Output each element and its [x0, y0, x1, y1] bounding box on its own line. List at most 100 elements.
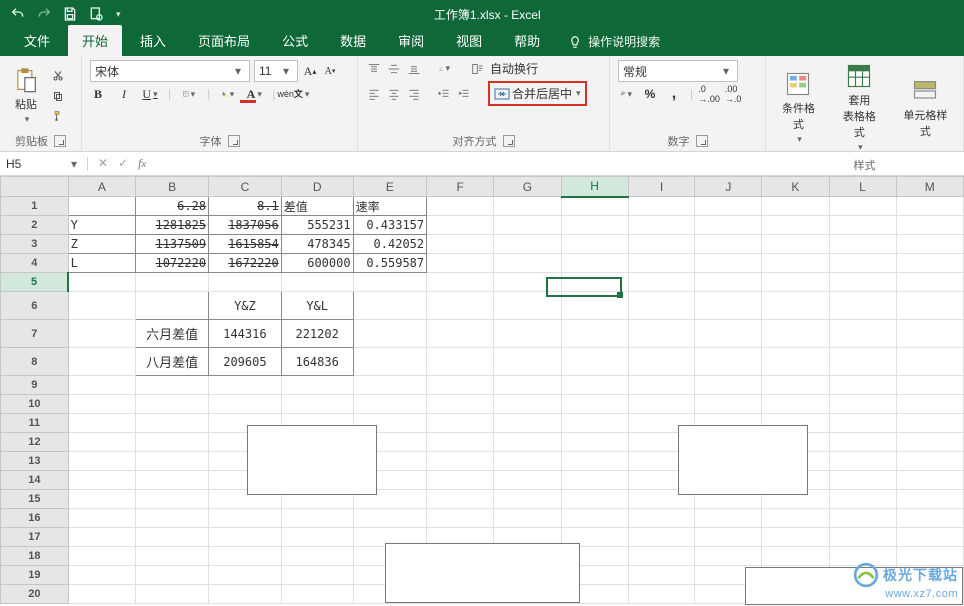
merge-center-button[interactable]: 合并后居中 ▾	[488, 81, 587, 106]
shape-rect-1[interactable]	[247, 425, 377, 495]
comma-icon[interactable]: ,	[666, 86, 682, 102]
col-M[interactable]: M	[896, 177, 963, 197]
tell-me-search[interactable]: 操作说明搜索	[558, 27, 670, 56]
col-A[interactable]: A	[68, 177, 136, 197]
decrease-indent-icon[interactable]	[436, 86, 452, 102]
percent-icon[interactable]: %	[642, 86, 658, 102]
tab-review[interactable]: 审阅	[384, 25, 438, 56]
font-dialog-launcher[interactable]	[228, 135, 240, 147]
col-D[interactable]: D	[281, 177, 353, 197]
print-preview-icon[interactable]	[88, 6, 104, 22]
redo-icon[interactable]	[36, 6, 52, 22]
decrease-font-icon[interactable]: A▾	[322, 63, 338, 79]
fill-color-icon[interactable]: ▾	[220, 86, 236, 102]
row-5[interactable]: 5	[1, 273, 69, 292]
row-6[interactable]: 6	[1, 292, 69, 320]
row-20[interactable]: 20	[1, 585, 69, 604]
copy-icon[interactable]	[50, 88, 66, 104]
phonetic-icon[interactable]: wén文▾	[285, 86, 301, 102]
align-dialog-launcher[interactable]	[503, 135, 515, 147]
conditional-format-button[interactable]: 条件格式▾	[774, 68, 823, 147]
row-14[interactable]: 14	[1, 471, 69, 490]
format-painter-icon[interactable]	[50, 108, 66, 124]
col-J[interactable]: J	[695, 177, 762, 197]
row-2[interactable]: 2	[1, 216, 69, 235]
paste-button[interactable]: 粘贴 ▾	[8, 64, 44, 127]
row-18[interactable]: 18	[1, 547, 69, 566]
font-size-combo[interactable]: 11▾	[254, 60, 298, 82]
row-13[interactable]: 13	[1, 452, 69, 471]
font-color-icon[interactable]: A▾	[246, 86, 262, 102]
row-1[interactable]: 1	[1, 197, 69, 216]
tab-insert[interactable]: 插入	[126, 25, 180, 56]
cell-styles-button[interactable]: 单元格样式	[896, 75, 955, 141]
format-as-table-button[interactable]: 套用 表格格式▾	[835, 60, 884, 155]
tab-layout[interactable]: 页面布局	[184, 25, 264, 56]
row-11[interactable]: 11	[1, 414, 69, 433]
col-E[interactable]: E	[353, 177, 427, 197]
orientation-icon[interactable]: ▾	[436, 61, 452, 77]
col-C[interactable]: C	[209, 177, 282, 197]
col-K[interactable]: K	[762, 177, 829, 197]
shape-rect-3[interactable]	[385, 543, 580, 603]
increase-decimal-icon[interactable]: .0→.00	[701, 86, 717, 102]
tab-file[interactable]: 文件	[10, 25, 64, 56]
accounting-format-icon[interactable]: ▾	[618, 86, 634, 102]
row-4[interactable]: 4	[1, 254, 69, 273]
italic-icon[interactable]: I	[116, 86, 132, 102]
row-19[interactable]: 19	[1, 566, 69, 585]
row-17[interactable]: 17	[1, 528, 69, 547]
number-format-combo[interactable]: 常规▾	[618, 60, 738, 82]
row-12[interactable]: 12	[1, 433, 69, 452]
worksheet-grid[interactable]: A B C D E F G H I J K L M 1 6.288.1差值速率 …	[0, 176, 964, 604]
enter-formula-icon[interactable]: ✓	[118, 156, 128, 171]
increase-indent-icon[interactable]	[456, 86, 472, 102]
bold-icon[interactable]: B	[90, 86, 106, 102]
align-center-icon[interactable]	[386, 86, 402, 102]
underline-icon[interactable]: U▾	[142, 86, 158, 102]
row-16[interactable]: 16	[1, 509, 69, 528]
align-middle-icon[interactable]	[386, 61, 402, 77]
select-all-corner[interactable]	[1, 177, 69, 197]
col-F[interactable]: F	[427, 177, 494, 197]
column-headers[interactable]: A B C D E F G H I J K L M	[1, 177, 964, 197]
align-bottom-icon[interactable]	[406, 61, 422, 77]
wrap-text-icon[interactable]	[470, 61, 486, 77]
row-3[interactable]: 3	[1, 235, 69, 254]
align-right-icon[interactable]	[406, 86, 422, 102]
wrap-text-label[interactable]: 自动换行	[490, 60, 538, 77]
col-I[interactable]: I	[628, 177, 695, 197]
increase-font-icon[interactable]: A▴	[302, 63, 318, 79]
qat-dropdown-icon[interactable]: ▾	[116, 9, 121, 20]
tab-formulas[interactable]: 公式	[268, 25, 322, 56]
tab-home[interactable]: 开始	[68, 25, 122, 56]
row-7[interactable]: 7	[1, 320, 69, 348]
undo-icon[interactable]	[10, 6, 26, 22]
tell-me-label: 操作说明搜索	[588, 33, 660, 50]
col-G[interactable]: G	[494, 177, 561, 197]
cancel-formula-icon[interactable]: ✕	[98, 156, 108, 171]
tab-view[interactable]: 视图	[442, 25, 496, 56]
align-group-label: 对齐方式	[453, 133, 497, 149]
col-B[interactable]: B	[136, 177, 209, 197]
save-icon[interactable]	[62, 6, 78, 22]
borders-icon[interactable]: ▾	[181, 86, 197, 102]
cut-icon[interactable]	[50, 68, 66, 84]
row-15[interactable]: 15	[1, 490, 69, 509]
align-top-icon[interactable]	[366, 61, 382, 77]
col-H[interactable]: H	[561, 177, 628, 197]
tab-data[interactable]: 数据	[326, 25, 380, 56]
tab-help[interactable]: 帮助	[500, 25, 554, 56]
number-dialog-launcher[interactable]	[696, 135, 708, 147]
name-box[interactable]: H5▾	[0, 157, 88, 171]
clipboard-dialog-launcher[interactable]	[54, 135, 66, 147]
shape-rect-2[interactable]	[678, 425, 808, 495]
col-L[interactable]: L	[829, 177, 896, 197]
fx-icon[interactable]: fx	[138, 156, 146, 171]
row-8[interactable]: 8	[1, 348, 69, 376]
decrease-decimal-icon[interactable]: .00→.0	[725, 86, 741, 102]
row-9[interactable]: 9	[1, 376, 69, 395]
row-10[interactable]: 10	[1, 395, 69, 414]
align-left-icon[interactable]	[366, 86, 382, 102]
font-name-combo[interactable]: 宋体▾	[90, 60, 250, 82]
